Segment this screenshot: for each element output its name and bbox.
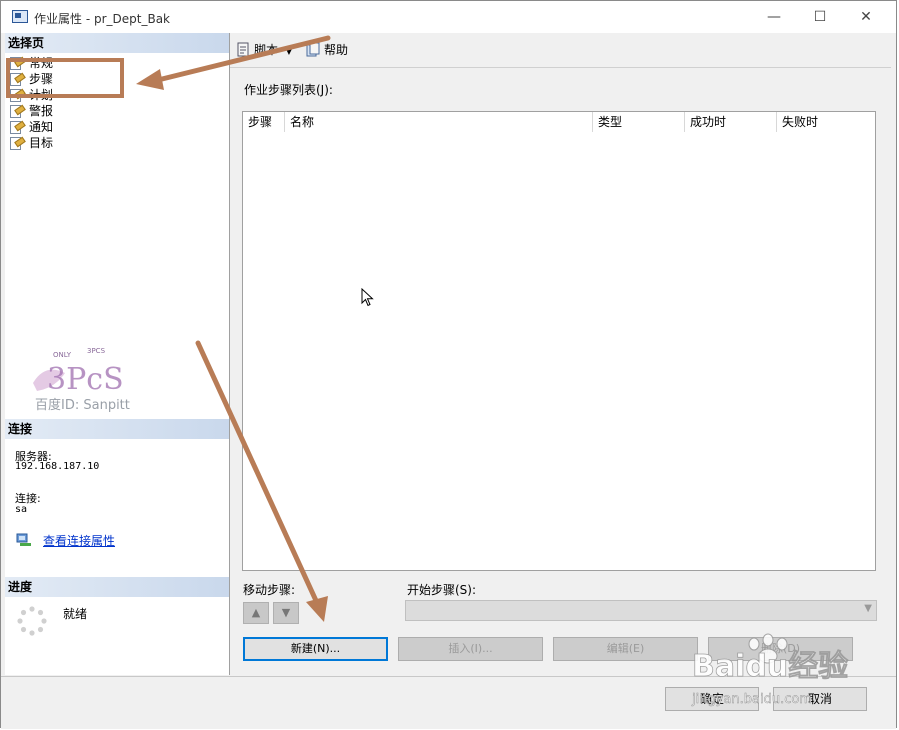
page-list: 常规 步骤 计划 警报 通知 目标 <box>9 55 53 151</box>
steps-grid[interactable]: 步骤 名称 类型 成功时 失败时 <box>242 111 876 571</box>
page-item-label: 常规 <box>29 56 54 70</box>
page-item-label: 计划 <box>29 88 54 102</box>
help-icon <box>306 42 320 57</box>
page-icon <box>10 72 26 86</box>
server-value: 192.168.187.10 <box>15 461 100 472</box>
page-icon <box>10 136 26 150</box>
steps-page-body: 作业步骤列表(J): 步骤 名称 类型 成功时 失败时 移动步骤: ▲ ▼ 开始… <box>230 67 891 676</box>
page-item-general[interactable]: 常规 <box>9 55 53 71</box>
maximize-button[interactable]: ☐ <box>797 1 843 33</box>
page-item-schedules[interactable]: 计划 <box>9 87 53 103</box>
page-item-label: 目标 <box>29 136 54 150</box>
watermark-brand: 3PcS <box>47 362 124 397</box>
connection-header: 连接 <box>5 419 229 439</box>
connection-properties-icon <box>16 533 31 546</box>
progress-spinner-icon <box>17 606 47 636</box>
window-app-icon <box>12 10 28 23</box>
script-icon <box>237 42 249 57</box>
watermark-only-tag: ONLY <box>53 351 72 359</box>
page-item-label: 步骤 <box>29 72 54 86</box>
new-step-button[interactable]: 新建(N)... <box>243 637 388 661</box>
close-button[interactable]: ✕ <box>843 1 889 33</box>
watermark-caption: 百度ID: Sanpitt <box>35 397 130 413</box>
view-connection-properties-link[interactable]: 查看连接属性 <box>43 532 115 549</box>
start-step-select[interactable]: ▼ <box>405 600 877 621</box>
chevron-down-icon: ▼ <box>864 603 872 614</box>
chevron-down-icon: ▼ <box>285 47 292 56</box>
connection-value: sa <box>15 504 28 515</box>
column-header-name[interactable]: 名称 <box>285 112 593 132</box>
column-header-step[interactable]: 步骤 <box>243 112 285 132</box>
toolbar: 脚本 ▼ 帮助 <box>230 37 888 63</box>
page-icon <box>10 104 26 118</box>
insert-step-button[interactable]: 插入(I)... <box>398 637 543 661</box>
start-step-label: 开始步骤(S): <box>407 583 477 597</box>
help-button[interactable]: 帮助 <box>304 40 384 60</box>
watermark-logo: 3PcS ONLY 3PCS 百度ID: Sanpitt <box>33 347 130 413</box>
dialog-footer: 确定 取消 <box>1 676 896 729</box>
column-header-on-failure[interactable]: 失败时 <box>777 112 875 132</box>
job-properties-window: 作业属性 - pr_Dept_Bak — ☐ ✕ 选择页 常规 步骤 计划 警报 <box>0 0 897 729</box>
move-step-down-button[interactable]: ▼ <box>273 602 299 624</box>
delete-step-button[interactable]: 删除(D) <box>708 637 853 661</box>
title-bar: 作业属性 - pr_Dept_Bak — ☐ ✕ <box>1 1 896 33</box>
steps-list-label: 作业步骤列表(J): <box>244 83 333 97</box>
page-item-alerts[interactable]: 警报 <box>9 103 53 119</box>
move-step-label: 移动步骤: <box>243 583 296 597</box>
cancel-button[interactable]: 取消 <box>773 687 867 711</box>
page-item-steps[interactable]: 步骤 <box>9 71 53 87</box>
mouse-cursor-icon <box>361 288 374 307</box>
page-icon <box>10 56 26 70</box>
left-pane: 选择页 常规 步骤 计划 警报 通知 目标 3PcS ONLY 3PCS 百度I… <box>5 33 230 675</box>
page-item-targets[interactable]: 目标 <box>9 135 53 151</box>
watermark-pcs-tag: 3PCS <box>87 347 106 355</box>
edit-step-button[interactable]: 编辑(E) <box>553 637 698 661</box>
progress-header: 进度 <box>5 577 229 597</box>
column-header-on-success[interactable]: 成功时 <box>685 112 777 132</box>
column-header-type[interactable]: 类型 <box>593 112 685 132</box>
page-icon <box>10 88 26 102</box>
page-item-label: 通知 <box>29 120 54 134</box>
page-item-notifications[interactable]: 通知 <box>9 119 53 135</box>
ok-button[interactable]: 确定 <box>665 687 759 711</box>
steps-grid-header: 步骤 名称 类型 成功时 失败时 <box>243 112 875 132</box>
page-icon <box>10 120 26 134</box>
script-button[interactable]: 脚本 ▼ <box>234 40 314 60</box>
window-title: 作业属性 - pr_Dept_Bak <box>34 12 170 26</box>
page-item-label: 警报 <box>29 104 54 118</box>
script-label: 脚本 <box>254 43 279 57</box>
minimize-button[interactable]: — <box>751 1 797 33</box>
help-label: 帮助 <box>324 43 349 57</box>
progress-status: 就绪 <box>63 607 88 621</box>
move-step-up-button[interactable]: ▲ <box>243 602 269 624</box>
select-page-header: 选择页 <box>5 33 229 53</box>
